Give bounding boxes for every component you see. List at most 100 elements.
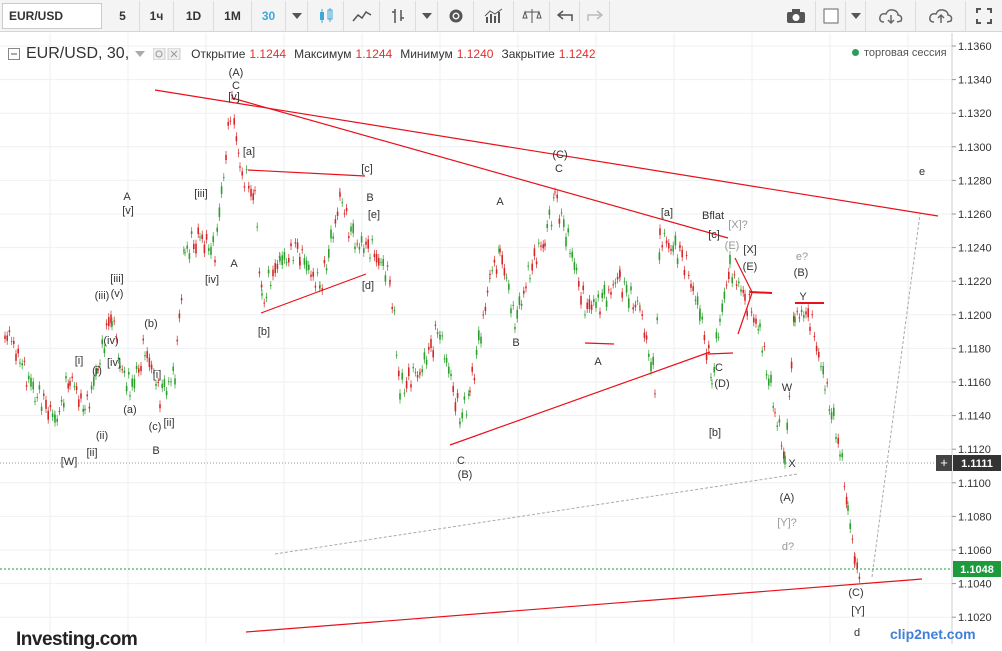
wave-label: e bbox=[919, 166, 925, 178]
candle bbox=[696, 292, 699, 309]
interval-dropdown-chevron-icon[interactable] bbox=[286, 0, 308, 31]
candle bbox=[807, 304, 809, 322]
candle bbox=[274, 259, 276, 278]
candle bbox=[227, 117, 229, 130]
candle bbox=[265, 292, 268, 303]
candles-chart-type-icon[interactable] bbox=[308, 0, 344, 31]
candle bbox=[47, 406, 49, 424]
candle bbox=[499, 244, 501, 257]
color-chevron-icon[interactable] bbox=[846, 0, 866, 31]
candle bbox=[514, 323, 516, 334]
symbol-input[interactable]: EUR/USD bbox=[2, 2, 102, 29]
interval-5-button[interactable]: 5 bbox=[106, 0, 140, 31]
candle bbox=[486, 286, 489, 297]
candle bbox=[201, 230, 203, 244]
candle bbox=[43, 389, 45, 400]
candle bbox=[448, 362, 450, 378]
candle bbox=[809, 322, 811, 335]
candle bbox=[373, 249, 376, 262]
candle bbox=[352, 219, 354, 238]
wave-label: (B) bbox=[458, 469, 473, 481]
wave-label: (B) bbox=[794, 267, 809, 279]
cloud-download-icon[interactable] bbox=[866, 0, 916, 31]
settings-gear-icon[interactable] bbox=[438, 0, 474, 31]
price-tick-label: 1.1120 bbox=[958, 444, 991, 456]
candle bbox=[603, 280, 606, 299]
legend-settings-icon[interactable] bbox=[153, 48, 183, 60]
candle bbox=[454, 398, 457, 416]
candle bbox=[395, 350, 398, 359]
candle bbox=[540, 241, 542, 251]
price-chart[interactable]: (A) C [v] [a] [c] B [e] [iii] A [v] [iv] A [d] [b] [ii… bbox=[0, 33, 1002, 644]
candle bbox=[108, 313, 110, 331]
candle bbox=[616, 272, 619, 284]
candle bbox=[288, 253, 290, 267]
candle bbox=[15, 349, 17, 365]
wave-label: [e] bbox=[368, 209, 380, 221]
wave-label: (c) bbox=[149, 421, 162, 433]
candle bbox=[290, 239, 292, 251]
bars-chart-icon[interactable] bbox=[380, 0, 416, 31]
candle bbox=[292, 256, 294, 265]
legend-chevron-icon[interactable] bbox=[135, 51, 146, 57]
candle bbox=[605, 296, 608, 312]
color-box-icon[interactable] bbox=[816, 0, 846, 31]
candle bbox=[54, 411, 56, 427]
candle bbox=[178, 309, 181, 323]
redo-arrow-icon[interactable] bbox=[580, 0, 610, 31]
undo-arrow-icon[interactable] bbox=[550, 0, 580, 31]
candle bbox=[584, 310, 586, 319]
candle bbox=[350, 222, 352, 236]
cloud-upload-icon[interactable] bbox=[916, 0, 966, 31]
wave-label: [Y] bbox=[851, 605, 864, 617]
candle bbox=[63, 398, 65, 412]
candle bbox=[301, 245, 303, 254]
candle bbox=[796, 307, 798, 316]
candle bbox=[170, 377, 172, 387]
candle bbox=[715, 328, 718, 343]
interval-1d-button[interactable]: 1D bbox=[174, 0, 214, 31]
candle bbox=[220, 182, 223, 198]
candle bbox=[436, 328, 439, 339]
interval-1m-button[interactable]: 1M bbox=[214, 0, 252, 31]
candle bbox=[341, 198, 343, 207]
candle bbox=[168, 377, 170, 386]
candle bbox=[235, 132, 238, 146]
candle bbox=[174, 374, 176, 389]
candle bbox=[535, 257, 538, 269]
candle bbox=[146, 347, 148, 363]
price-tick-label: 1.1360 bbox=[958, 41, 992, 53]
candle bbox=[358, 242, 361, 254]
line-chart-icon[interactable] bbox=[344, 0, 380, 31]
wave-label: (A) bbox=[780, 492, 795, 504]
interval-30-button[interactable]: 30 bbox=[252, 0, 286, 31]
compare-scales-icon[interactable] bbox=[514, 0, 550, 31]
wave-label: (ii) bbox=[96, 430, 108, 442]
candle bbox=[833, 403, 835, 420]
candle bbox=[692, 282, 694, 295]
candle bbox=[665, 236, 668, 248]
wave-label: A bbox=[230, 258, 238, 270]
candle bbox=[813, 331, 816, 342]
interval-1h-button[interactable]: 1ч bbox=[140, 0, 174, 31]
candle bbox=[580, 292, 582, 309]
candle bbox=[573, 257, 576, 274]
fullscreen-icon[interactable] bbox=[966, 1, 1002, 31]
open-value: 1.1244 bbox=[249, 47, 287, 61]
camera-icon[interactable] bbox=[776, 0, 816, 31]
candle bbox=[325, 264, 328, 275]
candle bbox=[225, 150, 227, 165]
candle bbox=[556, 190, 558, 203]
candle bbox=[636, 296, 639, 306]
candle bbox=[263, 298, 265, 308]
chart-type-chevron-icon[interactable] bbox=[416, 0, 438, 31]
wave-label: [v] bbox=[228, 91, 240, 103]
candle bbox=[180, 294, 183, 305]
candle bbox=[105, 319, 108, 330]
candle bbox=[38, 381, 41, 394]
collapse-square-icon[interactable] bbox=[8, 48, 20, 60]
indicators-icon[interactable] bbox=[474, 0, 514, 31]
candle bbox=[19, 358, 21, 368]
candle bbox=[578, 277, 580, 291]
candle bbox=[493, 255, 496, 267]
